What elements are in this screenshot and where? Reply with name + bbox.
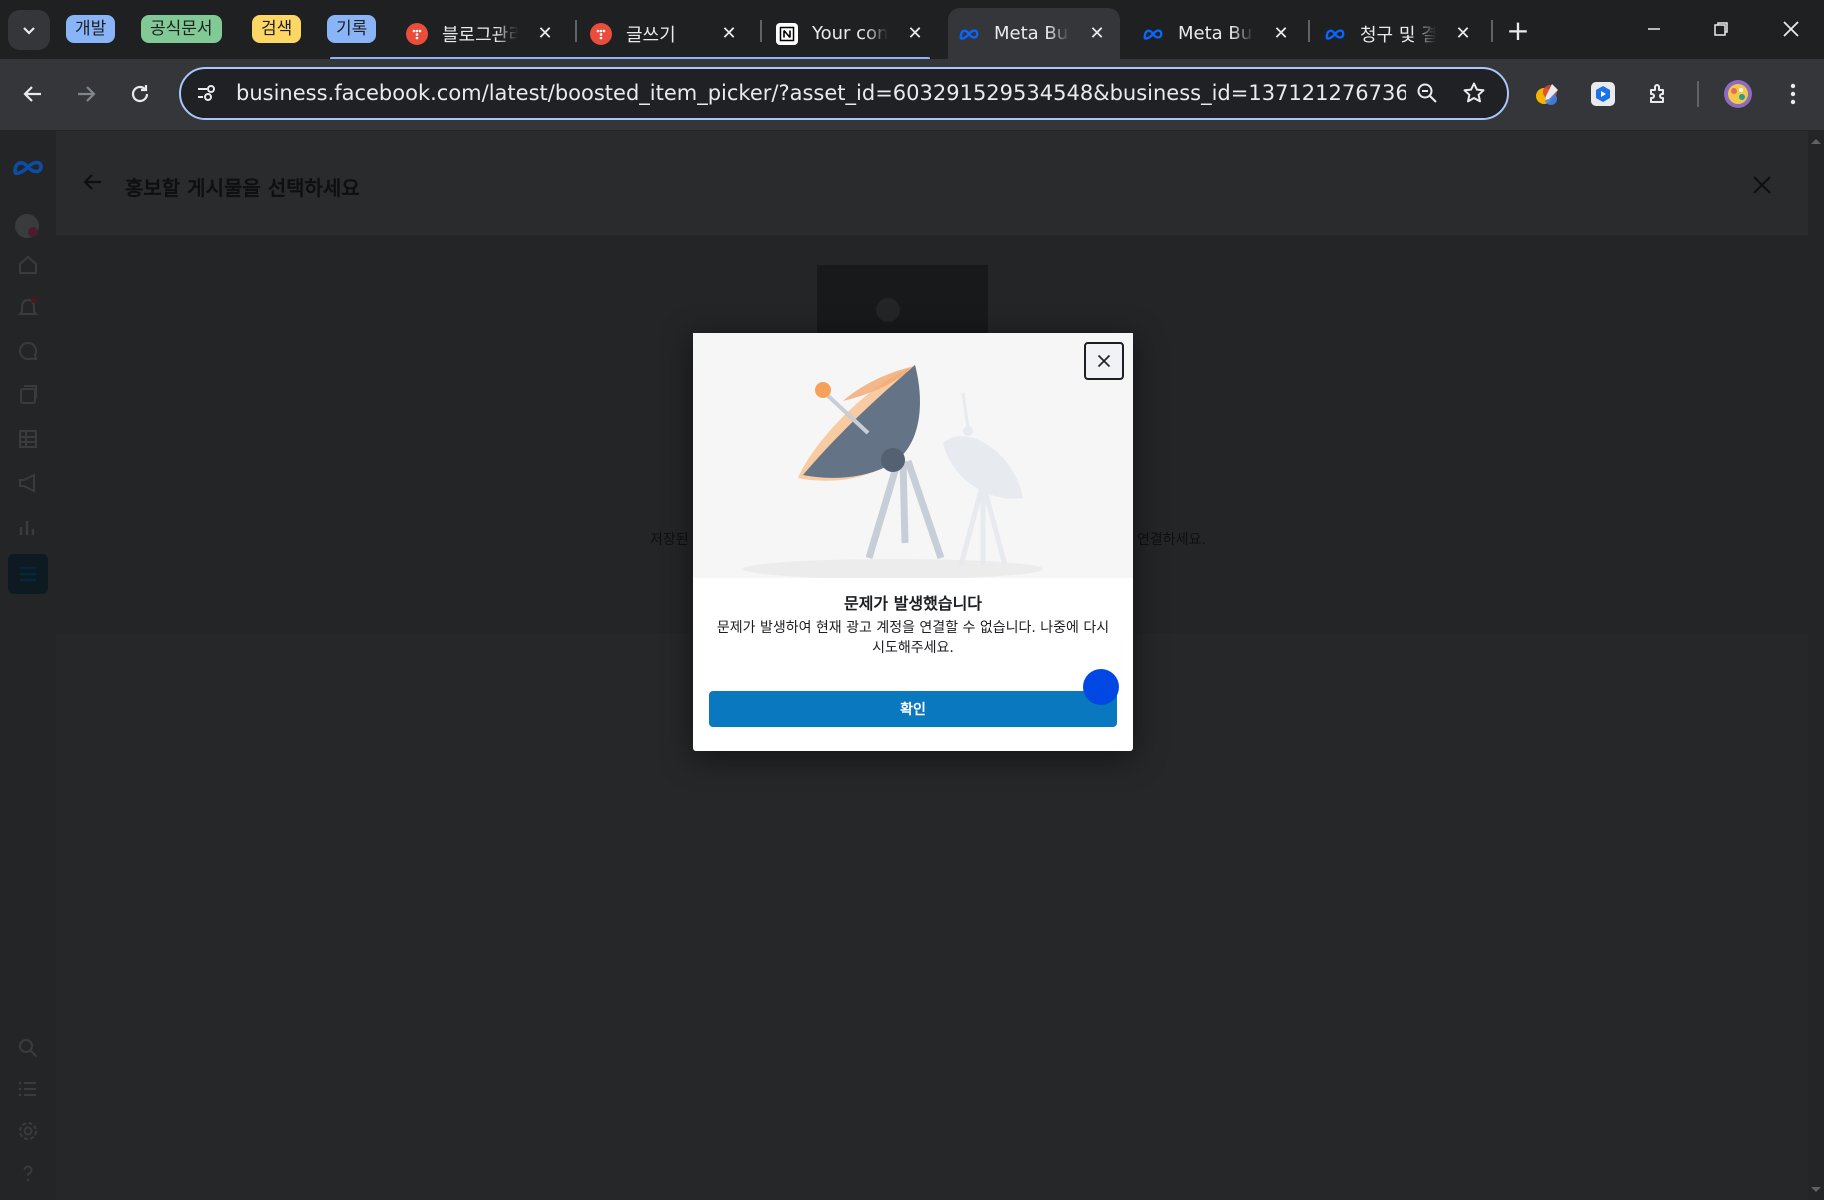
- tab-title: Your connected: [812, 23, 888, 44]
- site-settings-icon[interactable]: [195, 81, 219, 109]
- page-scrollbar[interactable]: [1808, 131, 1824, 1200]
- home-icon[interactable]: [14, 251, 42, 279]
- tab-separator: [1308, 20, 1310, 42]
- page-back-button[interactable]: [82, 171, 104, 197]
- tab-write[interactable]: 글쓰기 ✕: [580, 8, 752, 59]
- tab-group-record[interactable]: 기록: [327, 15, 377, 43]
- settings-gear-icon[interactable]: [14, 1117, 42, 1145]
- tab-meta-business[interactable]: Meta Business ✕: [1132, 8, 1304, 59]
- restore-button[interactable]: [1691, 8, 1751, 50]
- notion-icon: [776, 22, 798, 45]
- messages-icon[interactable]: [14, 337, 42, 365]
- chevron-down-icon: [23, 27, 35, 35]
- all-tools-menu-icon[interactable]: [8, 554, 48, 594]
- tab-search-button[interactable]: [8, 10, 50, 50]
- content-icon[interactable]: [14, 381, 42, 409]
- tab-blog-manage[interactable]: 블로그관리 ✕: [396, 8, 568, 59]
- meta-icon: [958, 23, 980, 45]
- tab-separator: [575, 20, 577, 42]
- dialog-title: 문제가 발생했습니다: [843, 594, 983, 613]
- bookmark-star-icon[interactable]: [1462, 81, 1486, 109]
- error-dialog: 문제가 발생했습니다 문제가 발생하여 현재 광고 계정을 연결할 수 없습니다…: [693, 333, 1133, 751]
- dialog-message: 문제가 발생하여 현재 광고 계정을 연결할 수 없습니다. 나중에 다시 시도…: [716, 620, 1110, 656]
- extension-app-icon[interactable]: [1585, 76, 1621, 112]
- extensions-puzzle-icon[interactable]: [1641, 76, 1677, 112]
- close-icon: [1753, 176, 1771, 194]
- list-icon[interactable]: [14, 1075, 42, 1103]
- tab-separator: [760, 20, 762, 42]
- tab-group-search[interactable]: 검색: [252, 15, 302, 43]
- extension-colorzilla-icon[interactable]: [1530, 76, 1566, 112]
- tab-close-button[interactable]: ✕: [718, 22, 740, 44]
- close-icon: [1783, 21, 1799, 37]
- scroll-up-arrow-icon: [1811, 139, 1821, 144]
- meta-logo-icon[interactable]: [11, 153, 45, 181]
- page-close-button[interactable]: [1751, 174, 1773, 200]
- tab-strip: 개발 공식문서 검색 기록 블로그관리 ✕ 글쓰기 ✕ Your connect…: [0, 0, 1824, 60]
- tab-group-docs[interactable]: 공식문서: [141, 15, 222, 43]
- insights-chart-icon[interactable]: [14, 513, 42, 541]
- confirm-button[interactable]: 확인: [709, 691, 1117, 727]
- window-close-button[interactable]: [1761, 8, 1821, 50]
- arrow-right-icon: [78, 86, 96, 102]
- new-tab-button[interactable]: +: [1502, 14, 1534, 47]
- satellite-dish-illustration: [693, 333, 1133, 579]
- account-avatar[interactable]: [14, 213, 42, 241]
- arrow-left-icon: [83, 174, 101, 190]
- scroll-down-arrow-icon: [1811, 1187, 1821, 1192]
- cursor-indicator: [1083, 669, 1119, 705]
- browser-menu-button[interactable]: [1775, 76, 1811, 112]
- back-button[interactable]: [15, 76, 51, 112]
- tab-title: 글쓰기: [626, 24, 676, 46]
- arrow-left-icon: [23, 86, 41, 102]
- notifications-bell-icon[interactable]: [14, 293, 42, 321]
- profile-avatar[interactable]: [1720, 76, 1756, 112]
- tistory-icon: [406, 22, 428, 45]
- minimize-button[interactable]: [1624, 8, 1684, 50]
- tab-close-button[interactable]: ✕: [904, 22, 926, 44]
- forward-button[interactable]: [68, 76, 104, 112]
- meta-icon: [1142, 23, 1164, 45]
- minimize-icon: [1648, 28, 1660, 30]
- tab-title: 블로그관리: [442, 24, 518, 46]
- empty-state-text-left: 저장된: [650, 532, 689, 548]
- restore-icon: [1714, 22, 1728, 36]
- toolbar-separator: [1697, 81, 1699, 107]
- more-vert-icon: [1790, 83, 1796, 105]
- tab-close-button[interactable]: ✕: [1086, 22, 1108, 44]
- tistory-icon: [590, 22, 612, 45]
- help-icon[interactable]: [14, 1159, 42, 1187]
- dialog-close-button[interactable]: [1084, 342, 1124, 380]
- zoom-icon[interactable]: [1415, 81, 1439, 109]
- address-bar[interactable]: business.facebook.com/latest/boosted_ite…: [179, 67, 1509, 120]
- empty-state-text-right: 연결하세요.: [1137, 532, 1206, 548]
- tab-close-button[interactable]: ✕: [1452, 22, 1474, 44]
- tab-close-button[interactable]: ✕: [1270, 22, 1292, 44]
- tab-close-button[interactable]: ✕: [534, 22, 556, 44]
- tab-separator: [1491, 20, 1493, 42]
- meta-icon: [1324, 23, 1346, 45]
- tab-meta-business-active[interactable]: Meta Business ✕: [948, 8, 1120, 59]
- tab-title: Meta Business: [1178, 23, 1254, 44]
- reload-icon: [131, 85, 149, 103]
- browser-toolbar: business.facebook.com/latest/boosted_ite…: [0, 59, 1824, 130]
- url-text[interactable]: business.facebook.com/latest/boosted_ite…: [236, 81, 1406, 105]
- tab-billing[interactable]: 청구 및 결제 ✕: [1314, 8, 1486, 59]
- ads-megaphone-icon[interactable]: [14, 469, 42, 497]
- tab-notion[interactable]: Your connected ✕: [766, 8, 938, 59]
- page-title: 홍보할 게시물을 선택하세요: [125, 176, 360, 200]
- tab-group-dev[interactable]: 개발: [66, 15, 116, 43]
- search-icon[interactable]: [14, 1034, 42, 1062]
- table-icon[interactable]: [14, 425, 42, 453]
- close-icon: [1097, 354, 1111, 368]
- left-navigation: [0, 131, 56, 1200]
- reload-button[interactable]: [122, 76, 158, 112]
- tab-title: Meta Business: [994, 23, 1070, 44]
- tab-title: 청구 및 결제: [1360, 24, 1436, 46]
